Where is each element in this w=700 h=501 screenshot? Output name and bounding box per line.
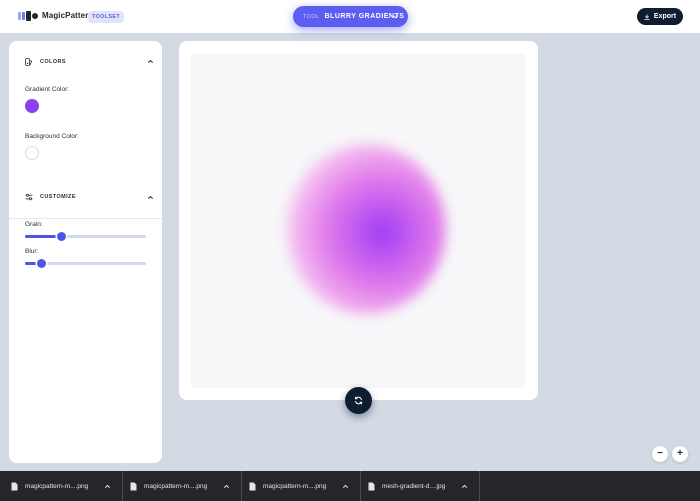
chevron-up-icon[interactable] <box>147 58 154 65</box>
blur-slider[interactable] <box>25 258 146 268</box>
grain-slider[interactable] <box>25 231 146 241</box>
brand-name[interactable]: MagicPattern <box>42 11 93 20</box>
refresh-icon <box>354 396 363 405</box>
grain-slider-fill <box>25 235 62 238</box>
export-button[interactable]: Export <box>637 8 683 25</box>
download-filename: magicpattern-m....png <box>144 482 208 490</box>
settings-sidebar: COLORS Gradient Color: Background Color:… <box>9 41 162 463</box>
customize-section-title: CUSTOMIZE <box>40 194 76 200</box>
gradient-preview-canvas <box>191 54 525 388</box>
download-filename: magicpattern-m....png <box>263 482 327 490</box>
file-icon <box>249 482 256 490</box>
download-filename: mesh-gradient-d....jpg <box>382 482 446 490</box>
palette-icon <box>25 58 33 66</box>
gradient-preview-card <box>179 41 538 400</box>
download-filename: magicpattern-m....png <box>25 482 89 490</box>
grain-label: Grain: <box>25 221 43 228</box>
blurry-gradient-blob <box>286 144 446 314</box>
chevron-up-icon[interactable] <box>147 194 154 201</box>
zoom-out-button[interactable]: − <box>652 446 668 462</box>
tool-selector-button[interactable]: TOOL BLURRY GRADIENTS <box>293 6 408 27</box>
gradient-color-swatch[interactable] <box>25 99 39 113</box>
blur-label: Blur: <box>25 248 39 255</box>
background-color-label: Background Color: <box>25 133 79 140</box>
sliders-icon <box>25 193 33 201</box>
file-icon <box>368 482 375 490</box>
toolset-badge[interactable]: TOOLSET <box>88 11 124 23</box>
downloads-bar: magicpattern-m....png magicpattern-m....… <box>0 471 700 501</box>
chevron-up-icon[interactable] <box>223 483 230 490</box>
app-header: MagicPattern TOOLSET TOOL BLURRY GRADIEN… <box>0 0 700 33</box>
chevron-up-icon[interactable] <box>104 483 111 490</box>
background-color-swatch[interactable] <box>25 146 39 160</box>
chevron-down-icon <box>392 15 399 19</box>
download-item[interactable]: mesh-gradient-d....jpg <box>361 471 480 501</box>
download-item[interactable]: magicpattern-m....png <box>4 471 123 501</box>
gradient-color-label: Gradient Color: <box>25 86 70 93</box>
export-label: Export <box>653 13 677 20</box>
colors-section-header[interactable]: COLORS <box>25 57 66 67</box>
chevron-up-icon[interactable] <box>461 483 468 490</box>
zoom-in-button[interactable]: + <box>672 446 688 462</box>
colors-section-title: COLORS <box>40 59 66 65</box>
chevron-up-icon[interactable] <box>342 483 349 490</box>
download-item[interactable]: magicpattern-m....png <box>123 471 242 501</box>
download-icon <box>644 13 650 20</box>
blur-slider-thumb[interactable] <box>37 258 47 268</box>
tool-prefix-label: TOOL <box>303 13 320 20</box>
section-divider <box>9 218 162 219</box>
file-icon <box>130 482 137 490</box>
grain-slider-thumb[interactable] <box>56 231 66 241</box>
magicpattern-logo-icon <box>18 11 38 21</box>
download-item[interactable]: magicpattern-m....png <box>242 471 361 501</box>
customize-section-header[interactable]: CUSTOMIZE <box>25 192 76 202</box>
regenerate-button[interactable] <box>345 387 372 414</box>
file-icon <box>11 482 18 490</box>
